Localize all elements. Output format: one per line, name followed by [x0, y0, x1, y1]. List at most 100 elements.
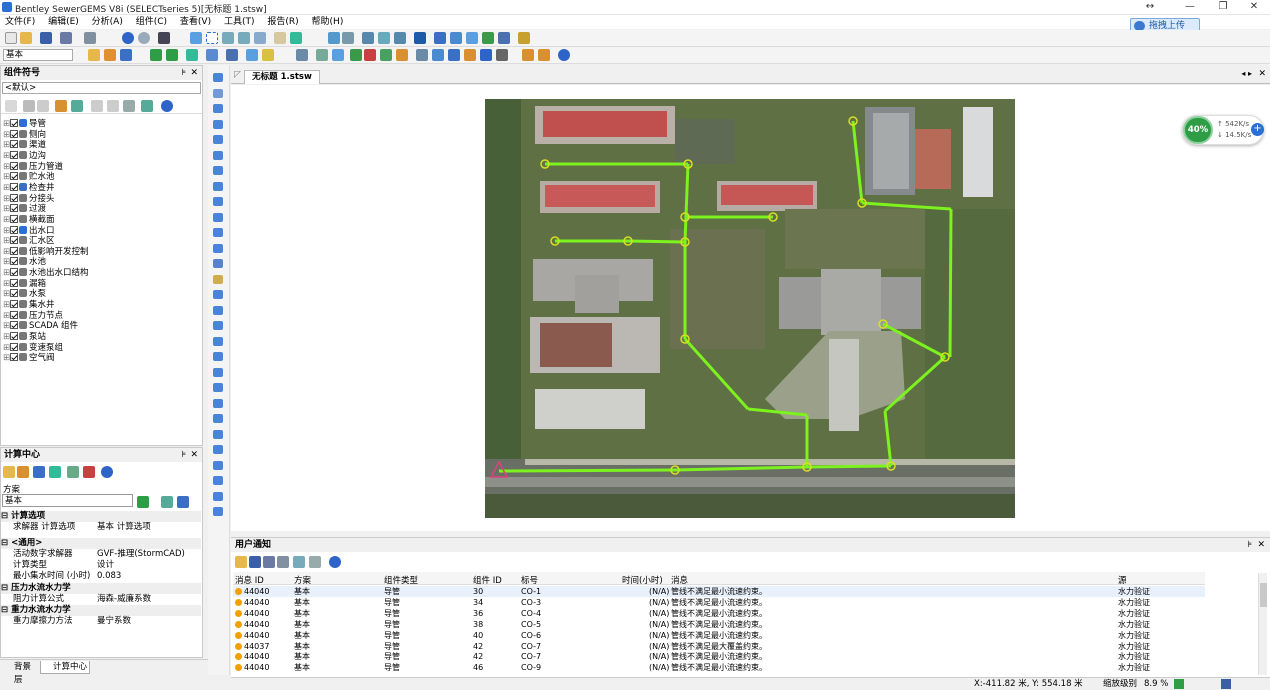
monitor-icon[interactable]: [498, 32, 510, 44]
calc-options-icon[interactable]: [120, 49, 132, 61]
pan-icon[interactable]: [274, 32, 286, 44]
compare-icon[interactable]: [161, 496, 173, 508]
zoom-go-icon[interactable]: [1174, 679, 1184, 689]
section-general[interactable]: ⊟ <通用>: [1, 538, 201, 549]
pump-tool-icon[interactable]: [213, 336, 223, 346]
notification-row[interactable]: 44037 基本 导管 42 CO-7 (N/A) 管线不满足最大覆盖约束。 水力验证: [233, 641, 1205, 652]
help-icon[interactable]: [558, 49, 570, 61]
notifications-scrollbar[interactable]: [1258, 573, 1267, 675]
new-icon[interactable]: [5, 100, 17, 112]
visibility-checkbox[interactable]: [10, 246, 18, 255]
col-message[interactable]: 消息: [671, 574, 688, 586]
col-scenario[interactable]: 方案: [294, 574, 311, 586]
terrain-icon[interactable]: [482, 32, 494, 44]
conduit-line[interactable]: [806, 464, 892, 469]
expand-icon[interactable]: ⊞: [3, 151, 10, 161]
menu-file[interactable]: 文件(F): [0, 15, 40, 29]
visibility-checkbox[interactable]: [10, 140, 18, 149]
menu-view[interactable]: 查看(V): [175, 15, 216, 29]
save-icon[interactable]: [40, 32, 52, 44]
prop-solver[interactable]: 求解器 计算选项 基本 计算选项: [1, 522, 201, 533]
expand-icon[interactable]: ⊞: [3, 172, 10, 182]
channel-tool-icon[interactable]: [213, 135, 223, 144]
tree-item[interactable]: ⊞ 检查井: [3, 182, 55, 194]
air-valve-tool-icon[interactable]: [213, 429, 223, 439]
layout-icon[interactable]: [414, 32, 426, 44]
close-icon[interactable]: ✕: [1257, 538, 1265, 552]
visibility-checkbox[interactable]: [10, 278, 18, 287]
conduit-line[interactable]: [883, 355, 947, 413]
expand-icon[interactable]: ⊞: [3, 353, 10, 363]
text-tool-icon[interactable]: [213, 445, 223, 454]
col-message-id[interactable]: 消息 ID: [235, 574, 264, 586]
prototypes-icon[interactable]: [206, 49, 218, 61]
notification-row[interactable]: 44040 基本 导管 38 CO-5 (N/A) 管线不满足最小流速约束。 水力验证: [233, 619, 1205, 630]
patterns-icon[interactable]: [246, 49, 258, 61]
storm-data-icon[interactable]: [262, 49, 274, 61]
network-navigator-icon[interactable]: [480, 49, 492, 61]
gutter-tool-icon[interactable]: [213, 150, 223, 160]
prop-friction-formula[interactable]: 阻力计算公式 海森-威廉系数: [1, 594, 201, 605]
tree-item[interactable]: ⊞ 边沟: [3, 150, 46, 162]
compute-scenario-icon[interactable]: [49, 466, 61, 478]
expand-icon[interactable]: [141, 100, 153, 112]
conduit-line[interactable]: [851, 120, 864, 204]
export-icon[interactable]: [186, 49, 198, 61]
notification-row[interactable]: 44040 基本 导管 34 CO-3 (N/A) 管线不满足最小流速约束。 水力验证: [233, 597, 1205, 608]
open-folder-icon[interactable]: [3, 466, 15, 478]
zoom-extents-icon[interactable]: [254, 32, 266, 44]
zoom-in-icon[interactable]: [222, 32, 234, 44]
col-element-type[interactable]: 组件类型: [384, 574, 418, 586]
expand-icon[interactable]: ⊞: [3, 247, 10, 257]
tree-item[interactable]: ⊞ SCADA 组件: [3, 321, 78, 332]
move-down-icon[interactable]: [107, 100, 119, 112]
run-icon[interactable]: [150, 49, 162, 61]
expand-icon[interactable]: ⊞: [3, 140, 10, 150]
visibility-checkbox[interactable]: [10, 300, 18, 309]
tree-item[interactable]: ⊞ 集水井: [3, 300, 55, 311]
conduit-line[interactable]: [861, 201, 952, 211]
storage-tool-icon[interactable]: [213, 181, 223, 191]
undo-icon[interactable]: [122, 32, 134, 44]
filter-icon[interactable]: [309, 556, 321, 568]
edit-icon[interactable]: [55, 100, 67, 112]
section-gravity-hydraulics[interactable]: ⊟ 重力水流水力学: [1, 605, 201, 616]
menu-help[interactable]: 帮助(H): [307, 15, 349, 29]
pond-tool-icon[interactable]: [213, 305, 223, 315]
save-notif-icon[interactable]: [249, 556, 261, 568]
visibility-checkbox[interactable]: [10, 268, 18, 277]
expand-icon[interactable]: ⊞: [3, 279, 10, 289]
visibility-checkbox[interactable]: [10, 161, 18, 170]
zoom-to-icon[interactable]: [293, 556, 305, 568]
manhole-tool-icon[interactable]: [213, 197, 223, 206]
expand-icon[interactable]: ⊞: [3, 321, 10, 331]
plus-icon[interactable]: +: [1251, 123, 1264, 136]
expand-icon[interactable]: ⊞: [3, 226, 10, 236]
scenario-dropdown[interactable]: 基本: [2, 494, 133, 507]
scrollbar-thumb[interactable]: [1260, 583, 1267, 607]
col-source[interactable]: 源: [1118, 574, 1127, 586]
open-folder-icon[interactable]: [20, 32, 32, 44]
flextables-icon[interactable]: [364, 49, 376, 61]
notification-row[interactable]: 44040 基本 导管 36 CO-4 (N/A) 管线不满足最小流速约束。 水力验证: [233, 608, 1205, 619]
section-pressure-hydraulics[interactable]: ⊟ 压力水流水力学: [1, 583, 201, 594]
visibility-checkbox[interactable]: [10, 289, 18, 298]
wet-well-tool-icon[interactable]: [213, 352, 223, 361]
pond-outlet-tool-icon[interactable]: [213, 321, 223, 330]
go-icon[interactable]: [137, 496, 149, 508]
notification-row[interactable]: 44040 基本 导管 30 CO-1 (N/A) 管线不满足最小流速约束。 水力验证: [233, 586, 1205, 597]
prop-min-time[interactable]: 最小集水时间 (小时) 0.083: [1, 571, 201, 582]
col-element-id[interactable]: 组件 ID: [473, 574, 502, 586]
scenario-icon[interactable]: [448, 49, 460, 61]
tree-item[interactable]: ⊞ 过渡: [3, 204, 46, 215]
print-icon[interactable]: [84, 32, 96, 44]
notification-row[interactable]: 44040 基本 导管 40 CO-6 (N/A) 管线不满足最小流速约束。 水力验证: [233, 630, 1205, 641]
tree-item[interactable]: ⊞ 横截面: [3, 214, 55, 226]
expand-icon[interactable]: ⊞: [3, 332, 10, 342]
restore-arrows-icon[interactable]: ↔: [1132, 0, 1168, 15]
add-folder-icon[interactable]: [71, 100, 83, 112]
pin-icon[interactable]: ⊧: [1247, 538, 1252, 552]
symbology-dropdown[interactable]: <默认>: [2, 82, 201, 94]
conduit-line[interactable]: [882, 322, 946, 359]
design-icon[interactable]: [416, 49, 428, 61]
